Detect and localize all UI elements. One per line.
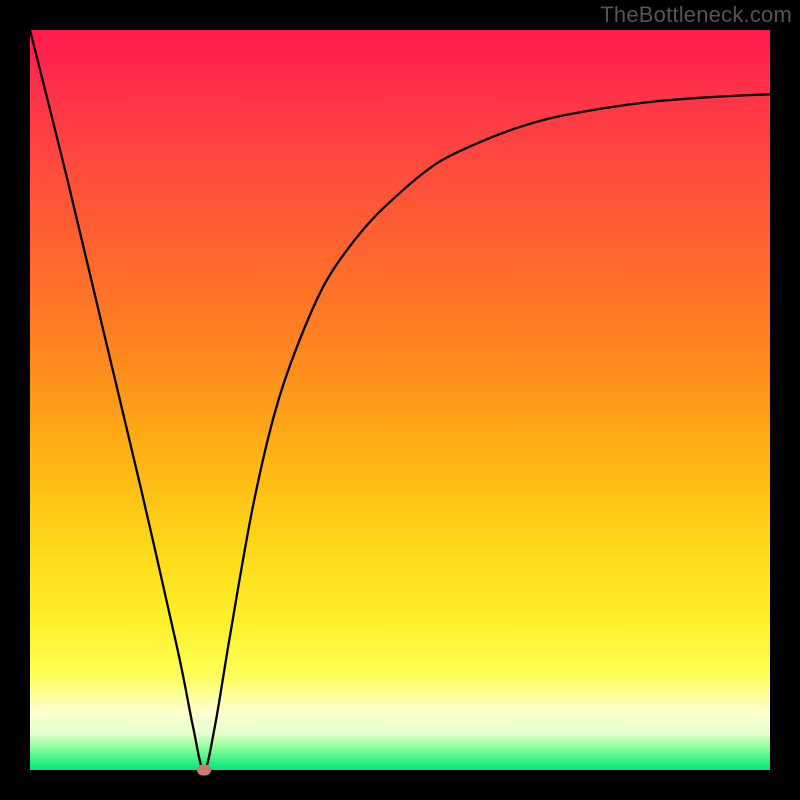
watermark-text: TheBottleneck.com	[600, 2, 792, 28]
optimal-marker	[197, 765, 211, 776]
chart-frame: TheBottleneck.com	[0, 0, 800, 800]
bottleneck-curve	[30, 30, 770, 770]
plot-area	[30, 30, 770, 770]
